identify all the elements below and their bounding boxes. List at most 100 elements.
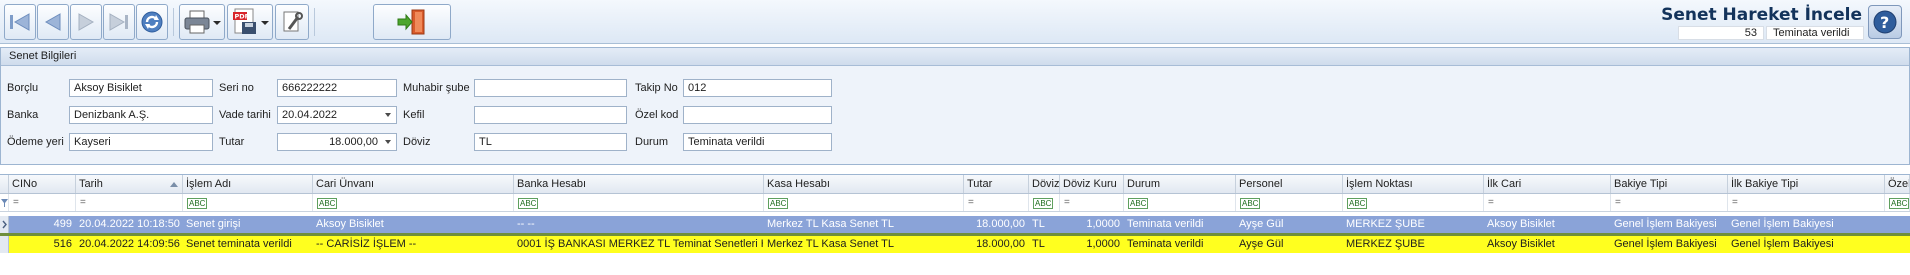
cell-ozel-kod [1885, 216, 1910, 233]
help-button[interactable]: ? [1868, 5, 1902, 39]
filter-cari-unvani[interactable]: ABC [313, 194, 514, 211]
col-header-ilk-bakiye-tipi[interactable]: İlk Bakiye Tipi [1728, 175, 1885, 193]
filter-durum[interactable]: ABC [1124, 194, 1236, 211]
col-header-tutar[interactable]: Tutar [964, 175, 1029, 193]
col-header-islem-noktasi[interactable]: İşlem Noktası [1343, 175, 1484, 193]
seri-no-label: Seri no [219, 82, 254, 94]
cell-cino: 516 [53, 238, 72, 250]
cell-cino: 499 [53, 218, 72, 230]
filter-bakiye-tipi[interactable]: = [1611, 194, 1728, 211]
filter-ilk-bakiye-tipi[interactable]: = [1728, 194, 1885, 211]
pdf-icon: PDF [233, 8, 256, 34]
takip-no-label: Takip No [635, 82, 678, 94]
svg-text:PDF: PDF [235, 13, 250, 21]
cell-personel: Ayşe Gül [1239, 218, 1284, 230]
grid-filter-row: = = ABC ABC ABC ABC = ABC = ABC ABC ABC … [0, 194, 1910, 212]
table-row[interactable]: 499 20.04.2022 10:18:50 Senet girişi Aks… [0, 216, 1910, 233]
toolbar: PDF Senet Hareket İncele 53 Teminata ver… [0, 0, 1910, 44]
cell-cari-unvani: Aksoy Bisiklet [316, 218, 384, 230]
col-header-banka-hesabi[interactable]: Banka Hesabı [514, 175, 764, 193]
odeme-yeri-label: Ödeme yeri [7, 136, 64, 148]
col-header-islem-adi[interactable]: İşlem Adı [183, 175, 313, 193]
col-header-ilk-cari[interactable]: İlk Cari [1484, 175, 1611, 193]
cell-bakiye-tipi: Genel İşlem Bakiyesi [1614, 238, 1717, 250]
first-icon [10, 13, 30, 31]
doviz-field[interactable]: TL [474, 133, 627, 151]
filter-doviz[interactable]: ABC [1029, 194, 1060, 211]
col-header-personel[interactable]: Personel [1236, 175, 1343, 193]
last-record-button[interactable] [103, 4, 135, 40]
col-header-doviz[interactable]: Döviz [1029, 175, 1060, 193]
row-indicator[interactable] [0, 216, 9, 233]
cell-doviz-kuru: 1,0000 [1086, 218, 1120, 230]
filter-personel[interactable]: ABC [1236, 194, 1343, 211]
abc-icon: ABC [518, 198, 539, 209]
col-header-cino[interactable]: CINo [9, 175, 76, 193]
col-header-doviz-kuru[interactable]: Döviz Kuru [1060, 175, 1124, 193]
filter-islem-noktasi[interactable]: ABC [1343, 194, 1484, 211]
kefil-label: Kefil [403, 109, 425, 121]
export-pdf-button[interactable]: PDF [227, 4, 273, 40]
last-icon [109, 13, 128, 31]
tutar-field[interactable]: 18.000,00 [277, 133, 397, 151]
col-header-bakiye-tipi[interactable]: Bakiye Tipi [1611, 175, 1728, 193]
first-record-button[interactable] [4, 4, 36, 40]
col-header-kasa-hesabi[interactable]: Kasa Hesabı [764, 175, 964, 193]
borclu-field[interactable]: Aksoy Bisiklet [69, 79, 213, 97]
col-header-tarih-label: Tarih [79, 178, 103, 190]
cell-banka-hesabi: -- -- [517, 218, 535, 230]
col-header-tarih[interactable]: Tarih [76, 175, 183, 193]
abc-icon: ABC [317, 198, 338, 209]
takip-no-field[interactable]: 012 [683, 79, 832, 97]
ozel-kod-field[interactable] [683, 106, 832, 124]
filter-kasa-hesabi[interactable]: ABC [764, 194, 964, 211]
seri-no-field[interactable]: 666222222 [277, 79, 397, 97]
print-button[interactable] [179, 4, 225, 40]
col-header-cari-unvani[interactable]: Cari Ünvanı [313, 175, 514, 193]
cell-doviz: TL [1032, 238, 1045, 250]
cell-islem-noktasi: MERKEZ ŞUBE [1346, 218, 1425, 230]
chevron-down-icon [213, 21, 221, 25]
chevron-down-icon[interactable] [385, 140, 391, 144]
refresh-button[interactable] [136, 4, 168, 40]
cell-ilk-cari: Aksoy Bisiklet [1487, 218, 1555, 230]
filter-tarih[interactable]: = [76, 194, 183, 211]
header-indicator [0, 175, 9, 193]
kefil-field[interactable] [474, 106, 627, 124]
cell-ilk-bakiye-tipi: Genel İşlem Bakiyesi [1731, 238, 1834, 250]
filter-tutar[interactable]: = [964, 194, 1029, 211]
filter-ozel-kod[interactable]: ABC [1885, 194, 1910, 211]
cell-ozel-kod [1885, 236, 1910, 253]
filter-cino[interactable]: = [9, 194, 76, 211]
odeme-yeri-field[interactable]: Kayseri [69, 133, 213, 151]
prev-icon [44, 13, 61, 31]
cell-tarih: 20.04.2022 10:18:50 [79, 218, 180, 230]
muhabir-sube-field[interactable] [474, 79, 627, 97]
vade-tarihi-field[interactable]: 20.04.2022 [277, 106, 397, 124]
durum-field[interactable]: Teminata verildi [683, 133, 832, 151]
prev-record-button[interactable] [37, 4, 69, 40]
row-indicator[interactable] [0, 236, 9, 253]
cell-kasa-hesabi: Merkez TL Kasa Senet TL [767, 218, 894, 230]
cell-islem-noktasi: MERKEZ ŞUBE [1346, 238, 1425, 250]
toolbar-separator [173, 8, 174, 36]
filter-ilk-cari[interactable]: = [1484, 194, 1611, 211]
filter-islem-adi[interactable]: ABC [183, 194, 313, 211]
filter-doviz-kuru[interactable]: = [1060, 194, 1124, 211]
table-row[interactable]: 516 20.04.2022 14:09:56 Senet teminata v… [0, 236, 1910, 253]
col-header-ozel-kod[interactable]: Özel Kod [1885, 175, 1910, 193]
col-header-durum[interactable]: Durum [1124, 175, 1236, 193]
abc-icon: ABC [187, 198, 208, 209]
cell-ilk-cari: Aksoy Bisiklet [1487, 238, 1555, 250]
durum-label: Durum [635, 136, 669, 148]
tools-button[interactable] [275, 4, 309, 40]
group-title: Senet Bilgileri [1, 48, 1909, 66]
exit-button[interactable] [373, 4, 451, 40]
help-icon: ? [1873, 10, 1897, 34]
filter-banka-hesabi[interactable]: ABC [514, 194, 764, 211]
movements-grid: CINo Tarih İşlem Adı Cari Ünvanı Banka H… [0, 174, 1910, 275]
next-record-button[interactable] [70, 4, 102, 40]
chevron-down-icon[interactable] [385, 113, 391, 117]
next-icon [78, 13, 95, 31]
banka-field[interactable]: Denizbank A.Ş. [69, 106, 213, 124]
